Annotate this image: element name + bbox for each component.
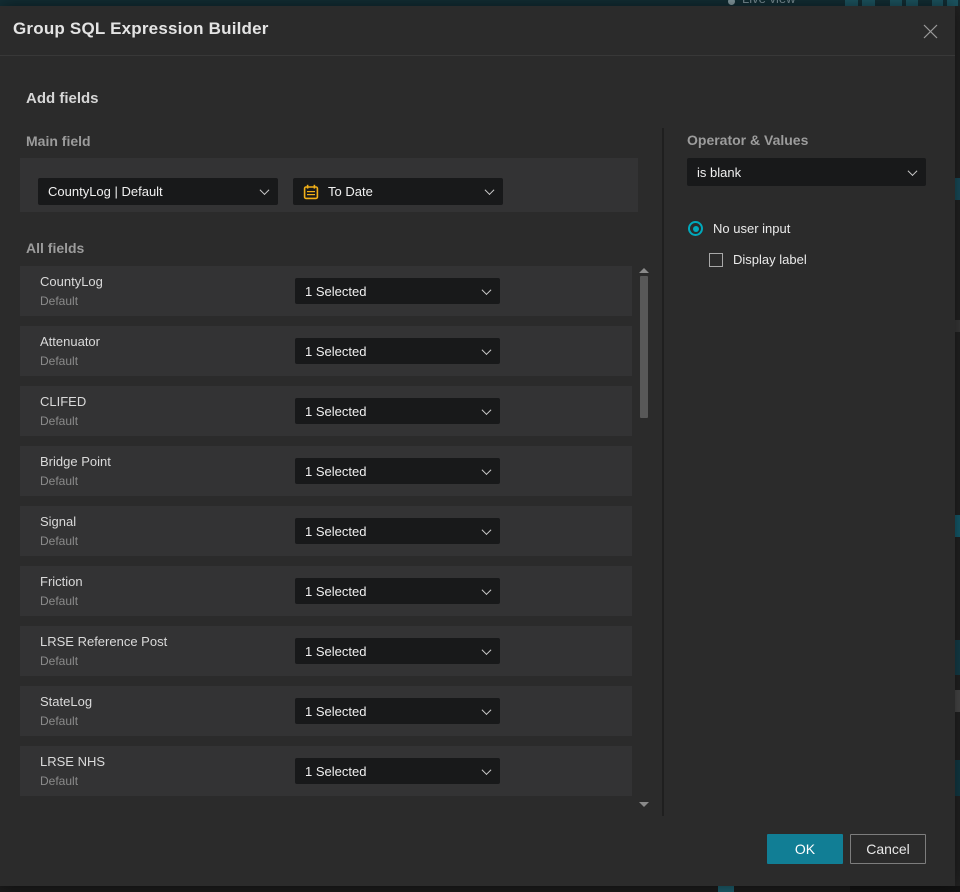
field-selected-dropdown[interactable]: 1 Selected: [295, 578, 500, 604]
field-selected-dropdown[interactable]: 1 Selected: [295, 638, 500, 664]
field-row: CountyLog Default 1 Selected: [20, 266, 632, 316]
live-view-dot-icon: [728, 0, 735, 5]
field-subtitle: Default: [40, 294, 79, 308]
no-user-input-radio[interactable]: No user input: [688, 221, 790, 236]
operator-values-label: Operator & Values: [687, 132, 809, 148]
operator-select-value: is blank: [697, 164, 742, 180]
field-subtitle: Default: [40, 594, 79, 608]
field-name: LRSE Reference Post: [40, 634, 168, 649]
field-subtitle: Default: [40, 654, 79, 668]
field-subtitle: Default: [40, 534, 79, 548]
background-bottom-strip: [0, 886, 960, 892]
field-selected-dropdown[interactable]: 1 Selected: [295, 278, 500, 304]
field-subtitle: Default: [40, 714, 79, 728]
background-fragment: [955, 178, 960, 200]
field-row: Signal Default 1 Selected: [20, 506, 632, 556]
field-type-select-value: To Date: [328, 184, 373, 199]
field-type-select[interactable]: To Date: [293, 178, 503, 205]
field-selected-dropdown[interactable]: 1 Selected: [295, 338, 500, 364]
field-selected-value: 1 Selected: [305, 523, 367, 539]
scrollbar-down-arrow-icon[interactable]: [639, 802, 649, 807]
chevron-down-icon: [481, 284, 492, 295]
field-selected-value: 1 Selected: [305, 583, 367, 599]
field-row: LRSE Reference Post Default 1 Selected: [20, 626, 632, 676]
chevron-down-icon: [259, 185, 270, 196]
field-row: Bridge Point Default 1 Selected: [20, 446, 632, 496]
display-label-label: Display label: [733, 252, 807, 267]
chevron-down-icon: [484, 185, 495, 196]
field-selected-dropdown[interactable]: 1 Selected: [295, 758, 500, 784]
chevron-down-icon: [907, 165, 918, 176]
field-subtitle: Default: [40, 474, 79, 488]
main-field-container: CountyLog | Default To Date: [20, 158, 638, 212]
radio-selected-icon: [688, 221, 703, 236]
field-row: CLIFED Default 1 Selected: [20, 386, 632, 436]
field-selected-value: 1 Selected: [305, 643, 367, 659]
calendar-icon: [303, 184, 319, 200]
close-icon: [923, 24, 937, 38]
background-fragment: [955, 640, 960, 675]
chevron-down-icon: [481, 524, 492, 535]
field-row: StateLog Default 1 Selected: [20, 686, 632, 736]
field-selected-value: 1 Selected: [305, 703, 367, 719]
field-selected-dropdown[interactable]: 1 Selected: [295, 698, 500, 724]
field-selected-value: 1 Selected: [305, 283, 367, 299]
background-fragment: [955, 760, 960, 796]
all-fields-label: All fields: [26, 240, 85, 256]
chevron-down-icon: [481, 464, 492, 475]
field-name: Friction: [40, 574, 83, 589]
field-name: CLIFED: [40, 394, 87, 409]
close-button[interactable]: [917, 18, 943, 44]
field-row: Attenuator Default 1 Selected: [20, 326, 632, 376]
chevron-down-icon: [481, 404, 492, 415]
scrollbar-up-arrow-icon[interactable]: [639, 268, 649, 273]
field-subtitle: Default: [40, 774, 79, 788]
background-right-sliver: [955, 6, 960, 886]
field-name: LRSE NHS: [40, 754, 106, 769]
group-sql-expression-builder-dialog: Group SQL Expression Builder Add fields …: [0, 6, 955, 886]
cancel-button[interactable]: Cancel: [850, 834, 926, 864]
add-fields-heading: Add fields: [26, 90, 99, 107]
background-fragment: [955, 515, 960, 537]
screen: Live view Group SQL Expression Builder: [0, 0, 960, 892]
chevron-down-icon: [481, 764, 492, 775]
field-selected-dropdown[interactable]: 1 Selected: [295, 518, 500, 544]
chevron-down-icon: [481, 344, 492, 355]
main-field-select[interactable]: CountyLog | Default: [38, 178, 278, 205]
field-selected-value: 1 Selected: [305, 403, 367, 419]
background-fragment: [955, 320, 960, 332]
ok-button[interactable]: OK: [767, 834, 843, 864]
field-selected-dropdown[interactable]: 1 Selected: [295, 398, 500, 424]
background-fragment: [955, 690, 960, 712]
scrollbar-thumb[interactable]: [640, 276, 648, 418]
dialog-title: Group SQL Expression Builder: [13, 19, 269, 38]
field-selected-value: 1 Selected: [305, 463, 367, 479]
chevron-down-icon: [481, 704, 492, 715]
background-fragment: [718, 886, 734, 892]
field-row: LRSE NHS Default 1 Selected: [20, 746, 632, 796]
field-name: Bridge Point: [40, 454, 111, 469]
field-selected-dropdown[interactable]: 1 Selected: [295, 458, 500, 484]
field-name: Attenuator: [40, 334, 100, 349]
operator-select[interactable]: is blank: [687, 158, 926, 186]
main-field-label: Main field: [26, 133, 91, 149]
field-subtitle: Default: [40, 354, 79, 368]
checkbox-unchecked-icon: [709, 252, 723, 267]
display-label-checkbox[interactable]: Display label: [709, 252, 807, 267]
field-name: StateLog: [40, 694, 93, 709]
dialog-titlebar: Group SQL Expression Builder: [0, 6, 955, 56]
field-row: Friction Default 1 Selected: [20, 566, 632, 616]
panel-divider: [662, 128, 664, 816]
field-selected-value: 1 Selected: [305, 763, 367, 779]
field-subtitle: Default: [40, 414, 79, 428]
main-field-select-value: CountyLog | Default: [48, 184, 163, 199]
field-name: Signal: [40, 514, 77, 529]
chevron-down-icon: [481, 584, 492, 595]
no-user-input-label: No user input: [713, 221, 791, 236]
chevron-down-icon: [481, 644, 492, 655]
background-fragment: [850, 886, 960, 892]
field-name: CountyLog: [40, 274, 103, 289]
field-selected-value: 1 Selected: [305, 343, 367, 359]
